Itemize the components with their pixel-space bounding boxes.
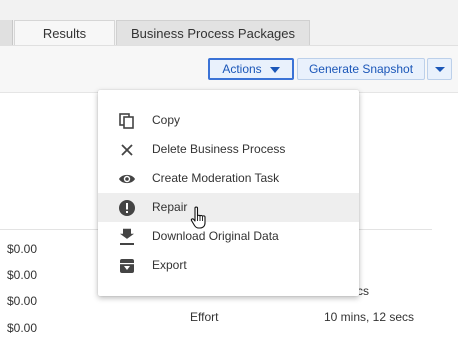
menu-item-label: Repair xyxy=(152,200,188,214)
actions-button-label: Actions xyxy=(222,62,262,76)
export-icon xyxy=(120,259,134,273)
menu-item-export[interactable]: Export xyxy=(98,251,359,280)
effort-value: 10 mins, 12 secs xyxy=(324,310,415,324)
menu-item-label: Copy xyxy=(152,113,181,127)
menu-item-label: Create Moderation Task xyxy=(152,171,280,185)
tab-business-process-packages[interactable]: Business Process Packages xyxy=(116,20,310,46)
close-icon xyxy=(121,144,133,156)
copy-icon xyxy=(119,113,134,129)
menu-item-copy[interactable]: Copy xyxy=(98,106,359,135)
actions-menu: Copy Delete Business Process Create Mode… xyxy=(98,90,359,296)
menu-item-repair[interactable]: Repair xyxy=(98,193,359,222)
menu-item-label: Download Original Data xyxy=(152,229,279,243)
tab-previous[interactable] xyxy=(0,20,13,46)
chevron-down-icon xyxy=(435,67,445,72)
cost-value: $0.00 xyxy=(7,268,38,282)
exclamation-icon xyxy=(119,200,135,216)
hand-cursor-icon xyxy=(190,206,206,229)
actions-button[interactable]: Actions xyxy=(208,58,294,80)
tab-results[interactable]: Results xyxy=(14,20,115,46)
cost-value: $0.00 xyxy=(7,242,38,256)
menu-item-label: Export xyxy=(152,258,187,272)
generate-snapshot-button[interactable]: Generate Snapshot xyxy=(297,58,425,80)
download-icon xyxy=(120,228,134,245)
effort-label: Effort xyxy=(190,310,219,324)
menu-item-download-original-data[interactable]: Download Original Data xyxy=(98,222,359,251)
cost-value: $0.00 xyxy=(7,294,38,308)
toolbar: Actions Generate Snapshot xyxy=(0,46,458,93)
tab-bar: Results Business Process Packages xyxy=(0,0,458,46)
cost-value: $0.00 xyxy=(7,321,38,335)
eye-icon xyxy=(119,174,135,184)
menu-item-label: Delete Business Process xyxy=(152,142,286,156)
menu-item-create-moderation-task[interactable]: Create Moderation Task xyxy=(98,164,359,193)
snapshot-dropdown-button[interactable] xyxy=(427,58,452,80)
chevron-down-icon xyxy=(269,66,280,73)
menu-item-delete-business-process[interactable]: Delete Business Process xyxy=(98,135,359,164)
